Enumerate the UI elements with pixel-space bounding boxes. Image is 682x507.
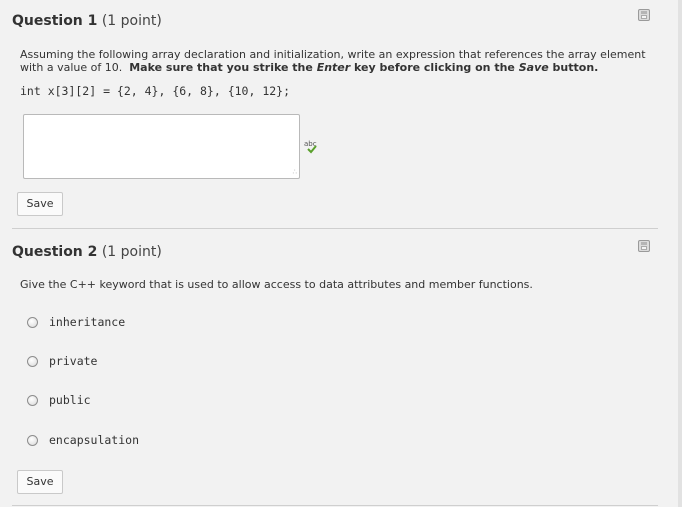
save-draft-icon[interactable] — [638, 240, 650, 252]
question-2-title: Question 2 — [12, 244, 98, 260]
question-2-header: Question 2 (1 point) — [12, 244, 162, 260]
answer-textarea[interactable]: ∴ — [23, 114, 300, 179]
radio-button[interactable] — [27, 317, 38, 328]
option-label: encapsulation — [49, 433, 140, 447]
question-2-points: (1 point) — [101, 244, 162, 260]
option-label: public — [49, 393, 91, 407]
question-2-save-button[interactable]: Save — [17, 470, 63, 494]
question-divider — [12, 228, 658, 229]
question-1-prompt: Assuming the following array declaration… — [20, 48, 646, 74]
option-label: inheritance — [49, 315, 126, 329]
question-1-code: int x[3][2] = {2, 4}, {6, 8}, {10, 12}; — [20, 84, 291, 98]
question-1-header: Question 1 (1 point) — [12, 13, 162, 29]
radio-button[interactable] — [27, 435, 38, 446]
option-label: private — [49, 354, 98, 368]
save-draft-icon[interactable] — [638, 9, 650, 21]
resize-grip-icon[interactable]: ∴ — [293, 169, 297, 176]
question-divider — [12, 505, 658, 506]
question-1-points: (1 point) — [101, 13, 162, 29]
question-1-title: Question 1 — [12, 13, 98, 29]
question-1-save-button[interactable]: Save — [17, 192, 63, 216]
radio-button[interactable] — [27, 395, 38, 406]
spell-check-icon[interactable]: abc — [304, 139, 320, 155]
radio-button[interactable] — [27, 356, 38, 367]
question-2-prompt: Give the C++ keyword that is used to all… — [20, 278, 533, 291]
right-border — [678, 0, 682, 507]
